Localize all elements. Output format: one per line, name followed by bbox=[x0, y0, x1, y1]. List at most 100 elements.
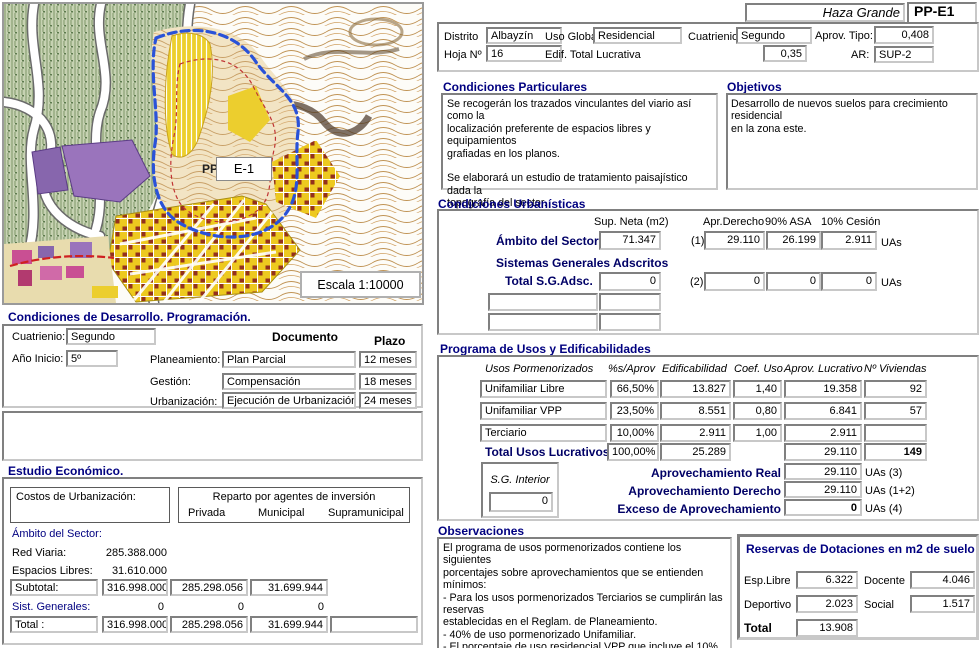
table-row-aprov[interactable]: 2.911 bbox=[784, 424, 862, 442]
notes-empty-panel[interactable] bbox=[2, 411, 423, 461]
estudio-total-privada[interactable]: 285.298.056 bbox=[170, 616, 248, 633]
ambito-apr-derecho[interactable]: 29.110 bbox=[704, 231, 765, 250]
zoning-map[interactable] bbox=[2, 2, 424, 305]
table-row-viviendas[interactable]: 57 bbox=[864, 402, 927, 420]
sg-adscrito-value-input-1[interactable] bbox=[599, 293, 661, 311]
aprov-lucrativo-header: Aprov. Lucrativo bbox=[784, 363, 863, 375]
aprov-real-label: Aprovechamiento Real bbox=[601, 467, 781, 479]
objetivos-title: Objetivos bbox=[727, 80, 782, 94]
col-municipal: Municipal bbox=[258, 507, 304, 519]
table-row-coef[interactable]: 1,40 bbox=[733, 380, 782, 398]
estudio-total-supra-empty[interactable] bbox=[330, 616, 418, 633]
social-value[interactable]: 1.517 bbox=[910, 595, 975, 613]
table-row-pct[interactable]: 66,50% bbox=[610, 380, 659, 398]
sg-adscrito-name-input-2[interactable] bbox=[488, 313, 598, 331]
total-aprov[interactable]: 29.110 bbox=[784, 443, 862, 461]
esp-libre-label: Esp.Libre bbox=[744, 575, 790, 587]
viviendas-header: Nº Viviendas bbox=[864, 363, 927, 375]
total-viviendas[interactable]: 149 bbox=[864, 443, 927, 461]
sg-adscrito-value-input-2[interactable] bbox=[599, 313, 661, 331]
total-pct[interactable]: 100,00% bbox=[607, 443, 659, 461]
table-row-coef[interactable]: 0,80 bbox=[733, 402, 782, 420]
cuatrienio-input[interactable]: Segundo bbox=[736, 27, 812, 44]
total-sg-cesion[interactable]: 0 bbox=[821, 272, 877, 291]
table-row-pct[interactable]: 10,00% bbox=[610, 424, 659, 442]
ambito-asa[interactable]: 26.199 bbox=[766, 231, 821, 250]
ar-input[interactable]: SUP-2 bbox=[874, 46, 934, 63]
exceso-label: Exceso de Aprovechamiento bbox=[601, 503, 781, 515]
docente-value[interactable]: 4.046 bbox=[910, 571, 975, 589]
subtotal-total[interactable]: 316.998.000 bbox=[102, 579, 168, 596]
sist-generales-privada: 0 bbox=[172, 601, 244, 613]
project-code-field[interactable]: PP-E1 bbox=[907, 2, 977, 24]
gestion-plazo-input[interactable]: 18 meses bbox=[359, 373, 417, 390]
uso-global-input[interactable]: Residencial bbox=[593, 27, 682, 44]
sg-interior-label: S.G. Interior bbox=[481, 474, 559, 486]
table-row-uso[interactable]: Terciario bbox=[480, 424, 607, 442]
ambito-cesion[interactable]: 2.911 bbox=[821, 231, 877, 250]
subtotal-municipal[interactable]: 31.699.944 bbox=[250, 579, 328, 596]
total-sg-apr-derecho[interactable]: 0 bbox=[704, 272, 765, 291]
cesion-header: 10% Cesión bbox=[821, 216, 880, 228]
edif-total-input[interactable]: 0,35 bbox=[763, 45, 807, 62]
table-row-uso[interactable]: Unifamiliar Libre bbox=[480, 380, 607, 398]
col-privada: Privada bbox=[188, 507, 225, 519]
map-scale-label: Escala 1:10000 bbox=[300, 271, 421, 298]
observaciones-title: Observaciones bbox=[438, 524, 524, 538]
urbanizacion-label: Urbanización: bbox=[150, 396, 217, 408]
table-row-edif[interactable]: 2.911 bbox=[660, 424, 731, 442]
sist-generales-label: Sist. Generales: bbox=[12, 601, 90, 613]
aprov-tipo-input[interactable]: 0,408 bbox=[874, 26, 934, 44]
sg-adscrito-name-input-1[interactable] bbox=[488, 293, 598, 311]
total-sg-asa[interactable]: 0 bbox=[766, 272, 821, 291]
pct-header: %s/Aprov bbox=[608, 363, 655, 375]
aprov-derecho-value[interactable]: 29.110 bbox=[784, 481, 862, 498]
ano-inicio-input[interactable]: 5º bbox=[66, 350, 118, 367]
subtotal-privada[interactable]: 285.298.056 bbox=[170, 579, 248, 596]
table-row-edif[interactable]: 8.551 bbox=[660, 402, 731, 420]
deportivo-value[interactable]: 2.023 bbox=[796, 595, 858, 613]
table-row-aprov[interactable]: 19.358 bbox=[784, 380, 862, 398]
map-sector-label: E-1 bbox=[216, 157, 272, 181]
sg-interior-input[interactable]: 0 bbox=[489, 492, 553, 512]
table-row-viviendas[interactable]: 92 bbox=[864, 380, 927, 398]
aprov-real-unit: UAs (3) bbox=[865, 467, 902, 479]
gestion-doc-input[interactable]: Compensación bbox=[222, 373, 356, 390]
estudio-total[interactable]: 316.998.000 bbox=[102, 616, 168, 633]
project-name-field[interactable]: Haza Grande bbox=[745, 3, 905, 22]
planeamiento-doc-input[interactable]: Plan Parcial bbox=[222, 351, 356, 368]
observaciones-text: El programa de usos pormenorizados conti… bbox=[443, 542, 727, 648]
urbanizacion-plazo-input[interactable]: 24 meses bbox=[359, 392, 417, 409]
planeamiento-plazo-input[interactable]: 12 meses bbox=[359, 351, 417, 368]
exceso-value[interactable]: 0 bbox=[784, 499, 862, 516]
table-row-uso[interactable]: Unifamiliar VPP bbox=[480, 402, 607, 420]
total-edif[interactable]: 25.289 bbox=[660, 443, 731, 461]
table-row-viviendas[interactable] bbox=[864, 424, 927, 442]
estudio-total-municipal[interactable]: 31.699.944 bbox=[250, 616, 328, 633]
red-viaria-value: 285.388.000 bbox=[85, 547, 167, 559]
col-supramunicipal: Supramunicipal bbox=[328, 507, 404, 519]
condiciones-particulares-text: Se recogerán los trazados vinculantes de… bbox=[447, 98, 713, 210]
sist-generales-total: 0 bbox=[100, 601, 164, 613]
desarrollo-cuatrienio-input[interactable]: Segundo bbox=[66, 328, 156, 345]
reservas-total-value[interactable]: 13.908 bbox=[796, 619, 858, 637]
table-row-aprov[interactable]: 6.841 bbox=[784, 402, 862, 420]
desarrollo-cuatrienio-label: Cuatrienio: bbox=[12, 331, 65, 343]
total-sg-ref: (2) bbox=[690, 276, 703, 288]
total-usos-label: Total Usos Lucrativos bbox=[485, 446, 609, 458]
total-sg-sup-neta[interactable]: 0 bbox=[599, 272, 661, 291]
table-row-pct[interactable]: 23,50% bbox=[610, 402, 659, 420]
table-row-coef[interactable]: 1,00 bbox=[733, 424, 782, 442]
plazo-header: Plazo bbox=[374, 335, 405, 347]
reservas-total-label: Total bbox=[744, 622, 772, 634]
asa-header: 90% ASA bbox=[765, 216, 811, 228]
table-row-edif[interactable]: 13.827 bbox=[660, 380, 731, 398]
urbanizacion-doc-input[interactable]: Ejecución de Urbanización bbox=[222, 392, 356, 409]
ambito-sup-neta[interactable]: 71.347 bbox=[599, 231, 661, 250]
esp-libre-value[interactable]: 6.322 bbox=[796, 571, 858, 589]
social-label: Social bbox=[864, 599, 894, 611]
cuatrienio-label: Cuatrienio: bbox=[688, 31, 741, 43]
programa-title: Programa de Usos y Edificabilidades bbox=[440, 342, 651, 356]
aprov-real-value[interactable]: 29.110 bbox=[784, 463, 862, 480]
total-label-box: Total : bbox=[10, 616, 98, 633]
